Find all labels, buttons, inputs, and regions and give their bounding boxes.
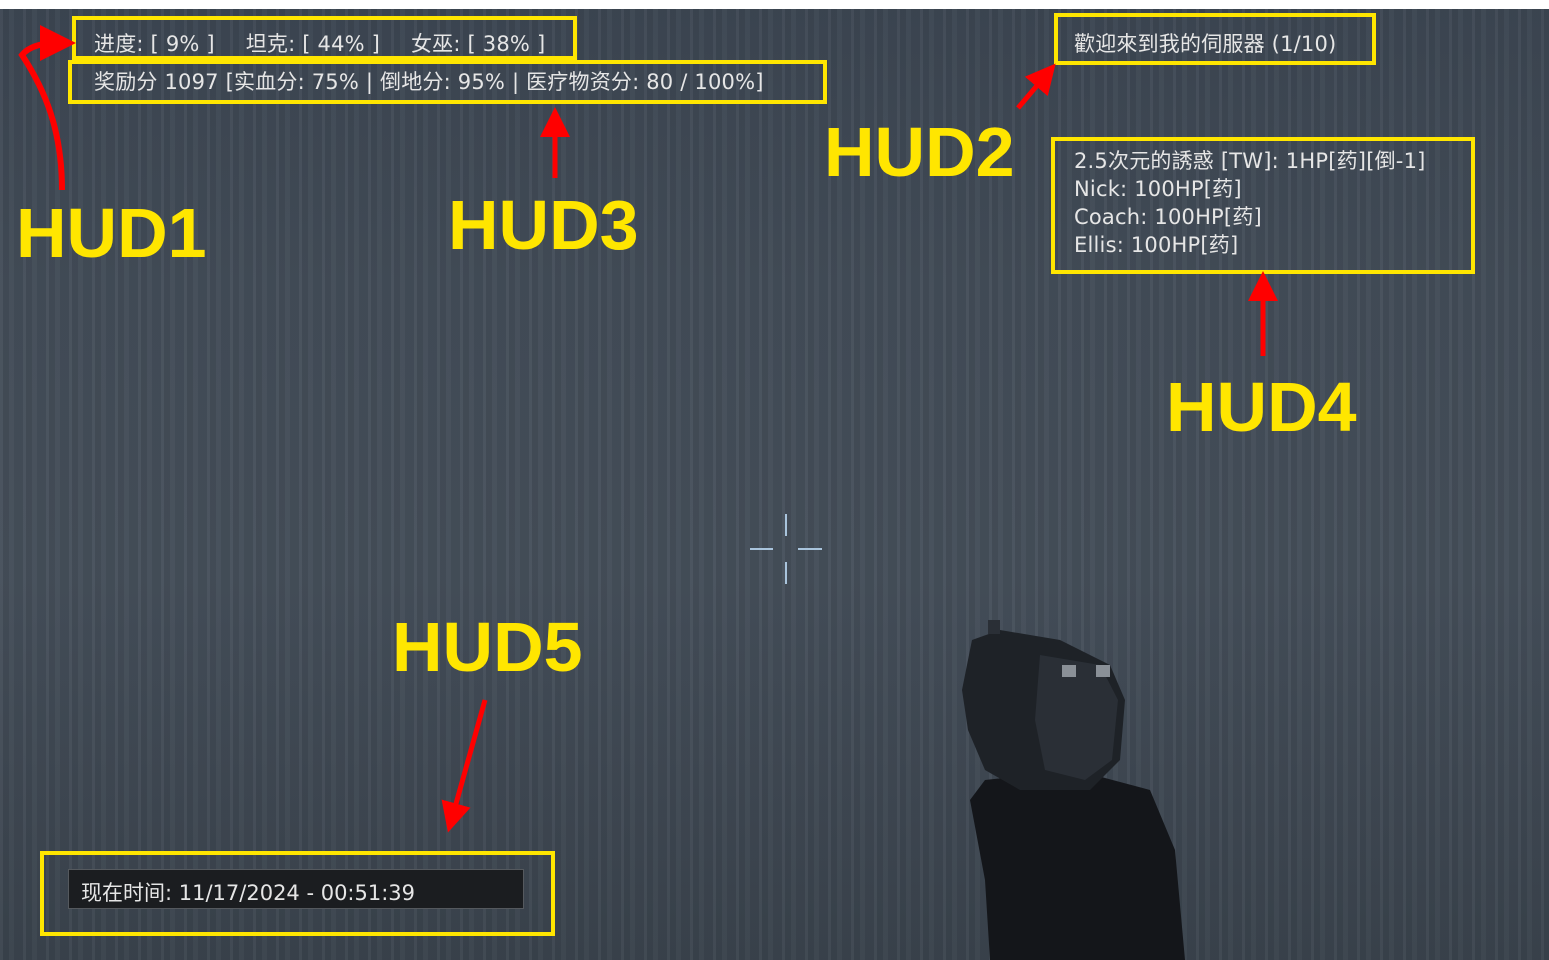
- pistol-viewmodel: [962, 620, 1185, 960]
- overlay-graphics: [18, 25, 1278, 960]
- arrow-hud5: [441, 699, 488, 833]
- arrow-hud2: [1016, 63, 1056, 110]
- crosshair: [750, 514, 822, 584]
- arrow-hud1: [18, 25, 76, 191]
- game-viewport: 进度: [ 9% ] 坦克: [ 44% ] 女巫: [ 38% ] 奖励分 1…: [0, 0, 1549, 960]
